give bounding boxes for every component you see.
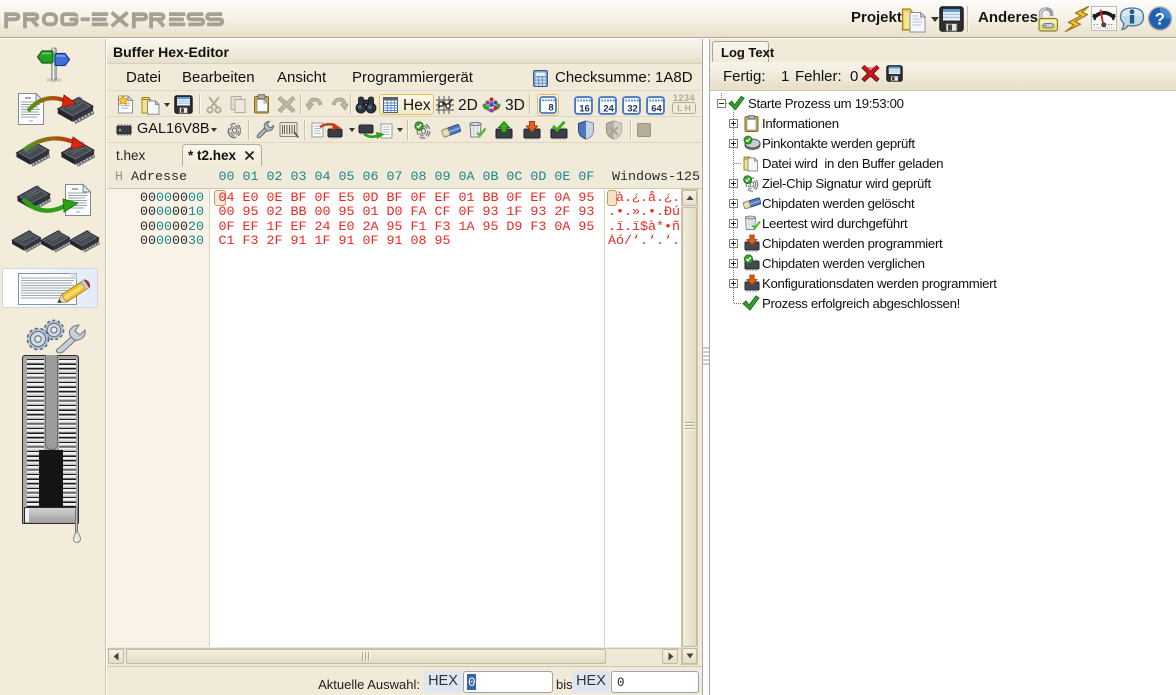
svg-text:8: 8 [548, 103, 553, 114]
svg-text:?: ? [1155, 10, 1165, 29]
svg-text:16: 16 [579, 103, 590, 114]
svg-text:32: 32 [627, 103, 638, 114]
svg-text:64: 64 [651, 103, 662, 114]
svg-text:24: 24 [603, 103, 614, 114]
